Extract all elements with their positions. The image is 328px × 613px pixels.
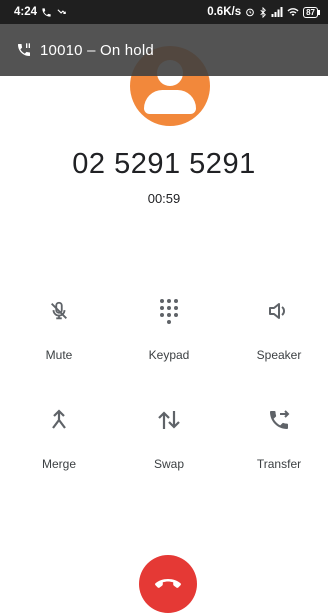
end-call-button[interactable] bbox=[139, 555, 197, 613]
on-hold-text: 10010 – On hold bbox=[40, 41, 154, 59]
speaker-label: Speaker bbox=[256, 348, 302, 362]
keypad-button[interactable]: Keypad bbox=[129, 296, 209, 362]
swap-button[interactable]: Swap bbox=[129, 405, 209, 471]
call-end-icon bbox=[155, 579, 181, 588]
missed-call-icon bbox=[57, 8, 66, 14]
call-icon bbox=[42, 7, 51, 17]
speaker-button[interactable]: Speaker bbox=[239, 296, 319, 362]
merge-label: Merge bbox=[41, 457, 76, 471]
volume-icon bbox=[269, 303, 285, 319]
mute-button[interactable]: Mute bbox=[19, 296, 99, 362]
network-speed: 0.6K/s bbox=[207, 6, 242, 18]
mute-label: Mute bbox=[45, 348, 73, 362]
caller-number: 02 5291 5291 bbox=[72, 148, 256, 180]
dialpad-icon bbox=[160, 299, 178, 324]
keypad-label: Keypad bbox=[148, 348, 190, 362]
call-timer: 00:59 bbox=[147, 191, 181, 206]
alarm-icon bbox=[246, 8, 254, 17]
swap-label: Swap bbox=[153, 457, 185, 471]
wifi-icon bbox=[287, 8, 299, 16]
phone-paused-icon bbox=[18, 43, 30, 56]
on-hold-banner[interactable]: 10010 – On hold bbox=[0, 24, 328, 76]
merge-icon bbox=[52, 409, 66, 429]
status-bar: 4:24 0.6K/s 87 bbox=[0, 0, 328, 24]
transfer-button[interactable]: Transfer bbox=[239, 405, 319, 471]
phone-forward-icon bbox=[270, 410, 290, 429]
transfer-label: Transfer bbox=[256, 457, 302, 471]
signal-icon bbox=[271, 7, 283, 17]
swap-icon bbox=[158, 411, 180, 429]
status-time: 4:24 bbox=[14, 6, 38, 18]
merge-button[interactable]: Merge bbox=[19, 405, 99, 471]
mic-off-icon bbox=[51, 301, 67, 320]
bluetooth-icon bbox=[260, 6, 267, 18]
battery-icon: 87 bbox=[303, 6, 320, 18]
